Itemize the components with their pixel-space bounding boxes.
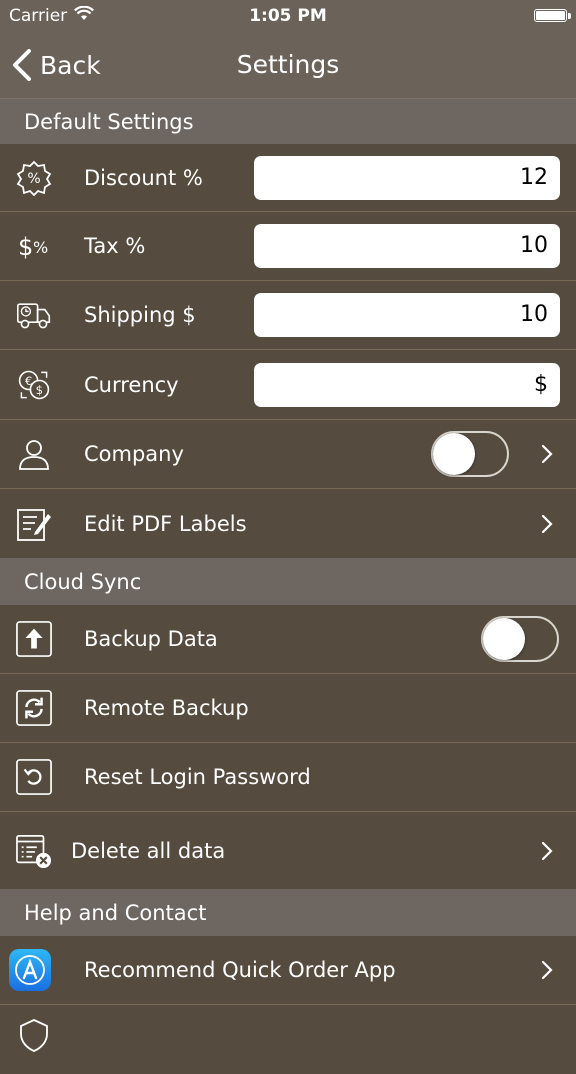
chevron-right-icon[interactable] <box>540 443 554 465</box>
reset-login-password-label: Reset Login Password <box>84 765 311 789</box>
delete-list-icon <box>16 833 52 869</box>
delivery-truck-icon <box>16 297 52 333</box>
shipping-input[interactable]: 10 <box>254 293 560 337</box>
edit-pdf-labels-row[interactable]: Edit PDF Labels <box>0 489 576 558</box>
discount-badge-icon: % <box>16 160 52 196</box>
backup-data-label: Backup Data <box>84 627 218 651</box>
tax-row: $% Tax % 10 <box>0 212 576 281</box>
currency-row: € $ Currency $ <box>0 350 576 420</box>
company-label: Company <box>84 442 184 466</box>
company-row[interactable]: Company <box>0 420 576 489</box>
next-row-partial[interactable] <box>0 1005 576 1074</box>
section-header-help-contact: Help and Contact <box>0 889 576 936</box>
section-header-default-settings: Default Settings <box>0 99 576 144</box>
section-header-cloud-sync: Cloud Sync <box>0 558 576 605</box>
company-toggle[interactable] <box>431 431 509 477</box>
currency-label: Currency <box>84 372 179 397</box>
recommend-app-row[interactable]: Recommend Quick Order App <box>0 936 576 1005</box>
svg-text:%: % <box>27 171 40 187</box>
chevron-right-icon <box>541 960 553 980</box>
edit-document-icon <box>16 506 52 542</box>
battery-icon <box>534 9 567 22</box>
svg-text:%: % <box>33 238 48 257</box>
backup-data-toggle[interactable] <box>481 616 559 662</box>
status-bar: Carrier 1:05 PM <box>0 0 576 32</box>
shipping-row: Shipping $ 10 <box>0 281 576 350</box>
reset-icon <box>16 759 52 795</box>
battery-tip <box>568 13 571 19</box>
currency-exchange-icon: € $ <box>16 367 52 403</box>
page-title: Settings <box>236 50 340 79</box>
chevron-right-icon <box>541 841 553 860</box>
recommend-app-label: Recommend Quick Order App <box>84 958 396 982</box>
delete-all-data-label: Delete all data <box>71 838 226 863</box>
sync-icon <box>16 690 52 726</box>
app-store-icon <box>8 948 52 992</box>
shield-icon <box>16 1017 52 1053</box>
tax-percent-icon: $% <box>16 228 52 264</box>
chevron-right-icon <box>541 514 553 533</box>
edit-pdf-labels-label: Edit PDF Labels <box>84 511 247 536</box>
discount-row: % Discount % 12 <box>0 144 576 212</box>
reset-login-password-row[interactable]: Reset Login Password <box>0 743 576 812</box>
tax-input[interactable]: 10 <box>254 224 560 268</box>
navigation-bar: Carrier 1:05 PM Back Settings <box>0 0 576 99</box>
clock: 1:05 PM <box>249 6 327 26</box>
toggle-knob <box>483 618 525 660</box>
remote-backup-label: Remote Backup <box>84 696 249 720</box>
shipping-label: Shipping $ <box>84 303 196 327</box>
tax-label: Tax % <box>84 234 146 258</box>
discount-label: Discount % <box>84 165 203 190</box>
upload-icon <box>16 621 52 657</box>
discount-input[interactable]: 12 <box>254 155 560 200</box>
person-icon <box>16 436 52 472</box>
svg-text:$: $ <box>36 383 43 397</box>
delete-all-data-row[interactable]: Delete all data <box>0 812 576 889</box>
currency-input[interactable]: $ <box>254 362 560 407</box>
toggle-knob <box>433 433 475 475</box>
svg-text:$: $ <box>18 233 33 261</box>
remote-backup-row[interactable]: Remote Backup <box>0 674 576 743</box>
backup-data-row: Backup Data <box>0 605 576 674</box>
